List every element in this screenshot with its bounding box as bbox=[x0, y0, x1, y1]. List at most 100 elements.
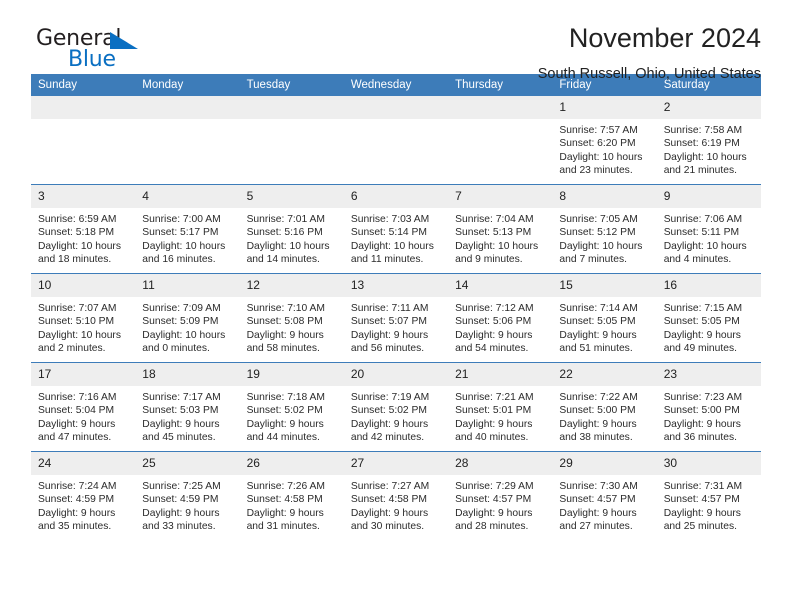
day-number: 28 bbox=[448, 452, 553, 475]
calendar-day-cell[interactable]: 11 Sunrise: 7:09 AM Sunset: 5:09 PM Dayligh… bbox=[135, 273, 240, 363]
calendar-day-cell[interactable]: 21 Sunrise: 7:21 AM Sunset: 5:01 PM Dayligh… bbox=[448, 362, 553, 452]
day-number: 5 bbox=[239, 185, 344, 208]
day-details: Sunrise: 7:04 AM Sunset: 5:13 PM Daylight:… bbox=[448, 208, 552, 267]
day-number: 11 bbox=[135, 274, 240, 297]
daylight-text: Daylight: 9 hours and 47 minutes. bbox=[38, 418, 116, 444]
calendar-day-cell[interactable]: 18 Sunrise: 7:17 AM Sunset: 5:03 PM Dayligh… bbox=[135, 362, 240, 452]
calendar-day-cell-empty bbox=[343, 96, 449, 185]
brand-logo[interactable]: General Blue bbox=[36, 26, 216, 76]
day-number: 21 bbox=[448, 363, 553, 386]
sunrise-text: Sunrise: 7:00 AM bbox=[142, 214, 221, 225]
sunrise-text: Sunrise: 7:23 AM bbox=[663, 392, 743, 403]
calendar-day-cell[interactable]: 8 Sunrise: 7:05 AM Sunset: 5:12 PM Daylight… bbox=[552, 184, 657, 274]
day-details: Sunrise: 7:17 AM Sunset: 5:03 PM Daylight:… bbox=[135, 386, 239, 445]
calendar-day-cell[interactable]: 23 Sunrise: 7:23 AM Sunset: 5:00 PM Dayligh… bbox=[656, 362, 761, 452]
day-details: Sunrise: 7:19 AM Sunset: 5:02 PM Daylight:… bbox=[344, 386, 448, 445]
calendar-day-cell[interactable]: 14 Sunrise: 7:12 AM Sunset: 5:06 PM Dayligh… bbox=[448, 273, 553, 363]
sunrise-text: Sunrise: 7:15 AM bbox=[663, 303, 743, 314]
sunset-text: Sunset: 5:07 PM bbox=[350, 316, 427, 328]
daylight-text: Daylight: 9 hours and 40 minutes. bbox=[455, 418, 533, 444]
sunrise-text: Sunrise: 7:22 AM bbox=[559, 392, 638, 403]
daylight-text: Daylight: 10 hours and 23 minutes. bbox=[559, 151, 643, 177]
calendar-day-cell[interactable]: 30 Sunrise: 7:31 AM Sunset: 4:57 PM Dayligh… bbox=[656, 451, 761, 540]
calendar-day-cell[interactable]: 10 Sunrise: 7:07 AM Sunset: 5:10 PM Dayligh… bbox=[31, 273, 136, 363]
sunset-text: Sunset: 5:05 PM bbox=[559, 316, 636, 328]
calendar-day-cell[interactable]: 7 Sunrise: 7:04 AM Sunset: 5:13 PM Daylight… bbox=[448, 184, 553, 274]
calendar-day-cell[interactable]: 9 Sunrise: 7:06 AM Sunset: 5:11 PM Daylight… bbox=[656, 184, 761, 274]
sunset-text: Sunset: 6:19 PM bbox=[663, 138, 740, 150]
day-details: Sunrise: 7:29 AM Sunset: 4:57 PM Daylight:… bbox=[448, 475, 552, 534]
calendar-day-cell[interactable]: 24 Sunrise: 7:24 AM Sunset: 4:59 PM Dayligh… bbox=[31, 451, 136, 540]
daylight-text: Daylight: 9 hours and 28 minutes. bbox=[455, 507, 533, 533]
calendar-week-row: 24 Sunrise: 7:24 AM Sunset: 4:59 PM Dayligh… bbox=[31, 451, 761, 540]
page-subtitle: South Russell, Ohio, United States bbox=[537, 66, 761, 82]
calendar-day-cell[interactable]: 29 Sunrise: 7:30 AM Sunset: 4:57 PM Dayligh… bbox=[552, 451, 657, 540]
calendar-day-cell[interactable]: 20 Sunrise: 7:19 AM Sunset: 5:02 PM Dayligh… bbox=[343, 362, 449, 452]
sunrise-text: Sunrise: 7:12 AM bbox=[455, 303, 534, 314]
calendar-day-cell[interactable]: 5 Sunrise: 7:01 AM Sunset: 5:16 PM Daylight… bbox=[239, 184, 344, 274]
day-details: Sunrise: 7:14 AM Sunset: 5:05 PM Daylight:… bbox=[552, 297, 656, 356]
calendar-day-cell[interactable]: 25 Sunrise: 7:25 AM Sunset: 4:59 PM Dayligh… bbox=[135, 451, 240, 540]
daylight-text: Daylight: 9 hours and 31 minutes. bbox=[246, 507, 324, 533]
calendar-day-cell[interactable]: 1 Sunrise: 7:57 AM Sunset: 6:20 PM Daylight… bbox=[552, 96, 657, 185]
sunrise-text: Sunrise: 7:30 AM bbox=[559, 481, 638, 492]
weekday-header-tuesday: Tuesday bbox=[239, 74, 344, 96]
day-details: Sunrise: 7:25 AM Sunset: 4:59 PM Daylight:… bbox=[135, 475, 239, 534]
day-number: 6 bbox=[343, 185, 449, 208]
calendar-day-cell[interactable]: 4 Sunrise: 7:00 AM Sunset: 5:17 PM Daylight… bbox=[135, 184, 240, 274]
calendar-day-cell[interactable]: 22 Sunrise: 7:22 AM Sunset: 5:00 PM Dayligh… bbox=[552, 362, 657, 452]
sunset-text: Sunset: 4:57 PM bbox=[559, 494, 636, 506]
calendar-day-cell-empty bbox=[448, 96, 553, 185]
calendar-day-cell[interactable]: 15 Sunrise: 7:14 AM Sunset: 5:05 PM Dayligh… bbox=[552, 273, 657, 363]
day-details: Sunrise: 7:03 AM Sunset: 5:14 PM Daylight:… bbox=[344, 208, 448, 267]
calendar-table: Sunday Monday Tuesday Wednesday Thursday… bbox=[31, 74, 761, 540]
daylight-text: Daylight: 9 hours and 36 minutes. bbox=[663, 418, 741, 444]
sunrise-text: Sunrise: 7:03 AM bbox=[350, 214, 430, 225]
day-number: 16 bbox=[656, 274, 761, 297]
sunrise-text: Sunrise: 7:11 AM bbox=[350, 303, 429, 314]
day-number: 2 bbox=[656, 96, 761, 119]
day-details: Sunrise: 7:01 AM Sunset: 5:16 PM Daylight:… bbox=[240, 208, 344, 267]
page-header: General Blue November 2024 South Russell… bbox=[31, 0, 761, 82]
daylight-text: Daylight: 9 hours and 27 minutes. bbox=[559, 507, 637, 533]
day-number: 27 bbox=[343, 452, 449, 475]
day-number: 12 bbox=[239, 274, 344, 297]
day-details: Sunrise: 7:58 AM Sunset: 6:19 PM Daylight:… bbox=[657, 119, 761, 178]
calendar-day-cell[interactable]: 12 Sunrise: 7:10 AM Sunset: 5:08 PM Dayligh… bbox=[239, 273, 344, 363]
day-number: 13 bbox=[343, 274, 449, 297]
daylight-text: Daylight: 9 hours and 30 minutes. bbox=[350, 507, 429, 533]
calendar-day-cell[interactable]: 17 Sunrise: 7:16 AM Sunset: 5:04 PM Dayligh… bbox=[31, 362, 136, 452]
calendar-day-cell[interactable]: 16 Sunrise: 7:15 AM Sunset: 5:05 PM Dayligh… bbox=[656, 273, 761, 363]
calendar-day-cell[interactable]: 3 Sunrise: 6:59 AM Sunset: 5:18 PM Daylight… bbox=[31, 184, 136, 274]
sunrise-text: Sunrise: 7:04 AM bbox=[455, 214, 534, 225]
sunset-text: Sunset: 5:05 PM bbox=[663, 316, 740, 328]
page-title: November 2024 bbox=[568, 23, 761, 53]
daylight-text: Daylight: 10 hours and 18 minutes. bbox=[38, 240, 121, 266]
daylight-text: Daylight: 10 hours and 21 minutes. bbox=[663, 151, 747, 177]
calendar-day-cell[interactable]: 6 Sunrise: 7:03 AM Sunset: 5:14 PM Daylight… bbox=[343, 184, 449, 274]
sunset-text: Sunset: 5:10 PM bbox=[38, 316, 115, 328]
daylight-text: Daylight: 9 hours and 49 minutes. bbox=[663, 329, 741, 355]
sunrise-text: Sunrise: 7:27 AM bbox=[350, 481, 430, 492]
day-number: 29 bbox=[552, 452, 657, 475]
weekday-header-monday: Monday bbox=[135, 74, 240, 96]
calendar-day-cell[interactable]: 2 Sunrise: 7:58 AM Sunset: 6:19 PM Daylight… bbox=[656, 96, 761, 185]
calendar-day-cell[interactable]: 27 Sunrise: 7:27 AM Sunset: 4:58 PM Dayligh… bbox=[343, 451, 449, 540]
day-details: Sunrise: 6:59 AM Sunset: 5:18 PM Daylight:… bbox=[31, 208, 135, 267]
daylight-text: Daylight: 10 hours and 11 minutes. bbox=[350, 240, 434, 266]
sunset-text: Sunset: 5:01 PM bbox=[455, 405, 532, 417]
sunset-text: Sunset: 5:00 PM bbox=[663, 405, 740, 417]
calendar-day-cell[interactable]: 13 Sunrise: 7:11 AM Sunset: 5:07 PM Dayligh… bbox=[343, 273, 449, 363]
calendar-day-cell[interactable]: 19 Sunrise: 7:18 AM Sunset: 5:02 PM Dayligh… bbox=[239, 362, 344, 452]
sunset-text: Sunset: 5:02 PM bbox=[246, 405, 323, 417]
calendar-day-cell[interactable]: 26 Sunrise: 7:26 AM Sunset: 4:58 PM Dayligh… bbox=[239, 451, 344, 540]
calendar-day-cell[interactable]: 28 Sunrise: 7:29 AM Sunset: 4:57 PM Dayligh… bbox=[448, 451, 553, 540]
daylight-text: Daylight: 9 hours and 51 minutes. bbox=[559, 329, 637, 355]
sunrise-text: Sunrise: 7:16 AM bbox=[38, 392, 117, 403]
daylight-text: Daylight: 9 hours and 42 minutes. bbox=[350, 418, 429, 444]
day-number: 9 bbox=[656, 185, 761, 208]
sunrise-text: Sunrise: 7:05 AM bbox=[559, 214, 638, 225]
sunset-text: Sunset: 4:57 PM bbox=[663, 494, 740, 506]
day-details: Sunrise: 7:22 AM Sunset: 5:00 PM Daylight:… bbox=[552, 386, 656, 445]
day-details: Sunrise: 7:09 AM Sunset: 5:09 PM Daylight:… bbox=[135, 297, 239, 356]
